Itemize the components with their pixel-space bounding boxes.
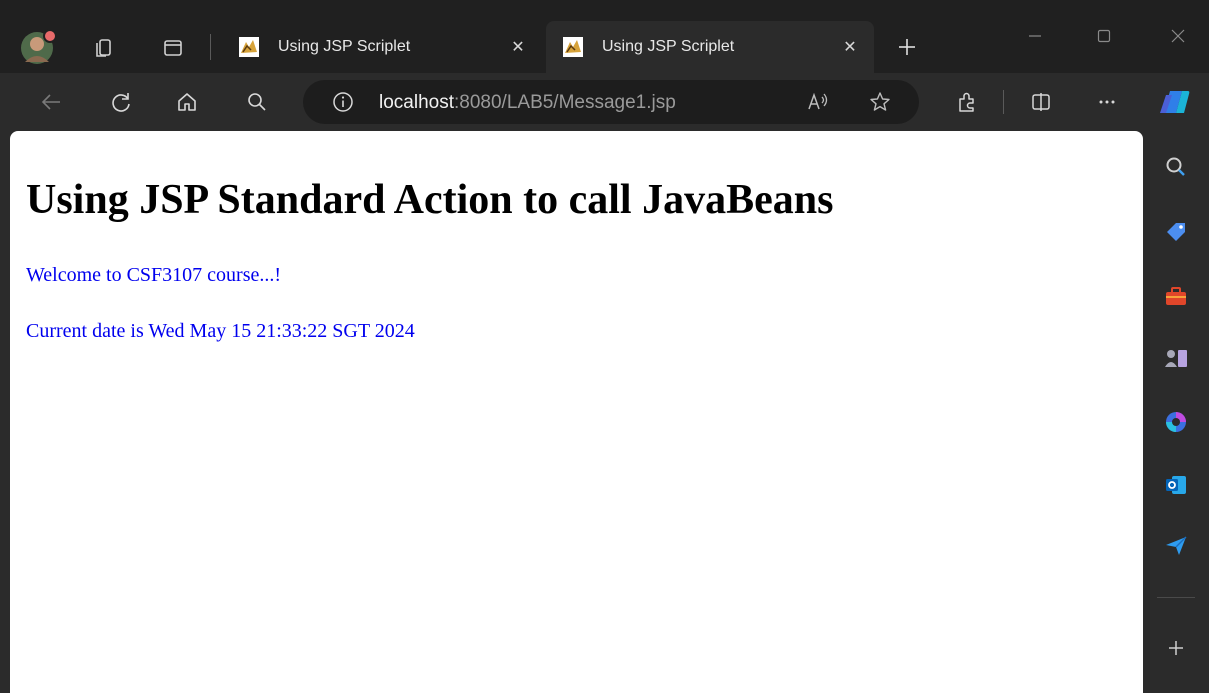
search-icon xyxy=(248,93,266,111)
home-button[interactable] xyxy=(170,85,204,119)
minimize-icon xyxy=(1029,35,1041,37)
tab-divider xyxy=(210,34,211,60)
url-host: localhost xyxy=(379,92,454,113)
back-button[interactable] xyxy=(34,85,68,119)
tab-actions-button[interactable] xyxy=(158,33,188,63)
toolbox-icon xyxy=(1166,287,1186,305)
favorite-button[interactable] xyxy=(865,88,895,116)
tab-2-close-icon[interactable]: ✕ xyxy=(840,37,860,57)
workspaces-icon xyxy=(96,39,111,57)
tomcat-favicon-icon xyxy=(563,37,583,57)
address-bar[interactable]: localhost:8080/LAB5/Message1.jsp xyxy=(303,80,919,124)
search-icon xyxy=(1166,157,1185,176)
welcome-message: Welcome to CSF3107 course...! xyxy=(26,264,282,286)
maximize-button[interactable] xyxy=(1081,20,1127,52)
search-button[interactable] xyxy=(240,85,274,119)
sidebar-shopping-button[interactable] xyxy=(1163,219,1189,245)
extensions-icon xyxy=(959,92,974,112)
minimize-button[interactable] xyxy=(1012,20,1058,52)
split-screen-button[interactable] xyxy=(1024,85,1058,119)
home-icon xyxy=(178,93,196,111)
new-tab-button[interactable] xyxy=(890,30,924,64)
close-window-button[interactable] xyxy=(1155,20,1201,52)
split-screen-icon xyxy=(1032,93,1050,111)
add-icon xyxy=(1169,641,1183,655)
sidebar-add-button[interactable] xyxy=(1163,635,1189,661)
workspaces-button[interactable] xyxy=(88,33,118,63)
shopping-tag-icon xyxy=(1167,223,1185,241)
copilot-icon xyxy=(1160,91,1190,113)
copilot-icon xyxy=(1166,412,1186,432)
sidebar-search-button[interactable] xyxy=(1163,154,1189,180)
read-aloud-button[interactable] xyxy=(803,88,833,116)
games-icon xyxy=(1165,350,1187,367)
edge-sidebar xyxy=(1143,131,1209,693)
info-icon xyxy=(333,92,353,112)
avatar-icon xyxy=(21,29,57,64)
refresh-button[interactable] xyxy=(104,85,138,119)
profile-avatar[interactable] xyxy=(20,28,58,66)
url-path: :8080/LAB5/Message1.jsp xyxy=(454,92,676,113)
sidebar-outlook-button[interactable] xyxy=(1163,472,1189,498)
read-aloud-icon xyxy=(808,92,828,110)
close-icon xyxy=(1171,29,1185,43)
toolbar: localhost:8080/LAB5/Message1.jsp xyxy=(0,73,1209,131)
tab-1[interactable]: Using JSP Scriplet ✕ xyxy=(222,21,542,73)
site-info-button[interactable] xyxy=(329,88,357,116)
current-date-message: Current date is Wed May 15 21:33:22 SGT … xyxy=(26,320,415,342)
url-text[interactable]: localhost:8080/LAB5/Message1.jsp xyxy=(379,92,676,114)
send-icon xyxy=(1166,536,1187,555)
page-heading: Using JSP Standard Action to call JavaBe… xyxy=(26,177,834,223)
tab-2[interactable]: Using JSP Scriplet ✕ xyxy=(546,21,874,73)
sidebar-divider xyxy=(1157,597,1195,598)
plus-icon xyxy=(899,39,915,55)
sidebar-games-button[interactable] xyxy=(1163,345,1189,371)
toolbar-divider xyxy=(1003,90,1004,114)
star-icon xyxy=(870,92,890,111)
sidebar-copilot-button[interactable] xyxy=(1163,409,1189,435)
settings-more-button[interactable] xyxy=(1090,85,1124,119)
sidebar-tools-button[interactable] xyxy=(1163,283,1189,309)
tab-actions-icon xyxy=(164,40,182,56)
back-arrow-icon xyxy=(41,94,60,110)
sidebar-drop-button[interactable] xyxy=(1163,533,1189,559)
tab-1-close-icon[interactable]: ✕ xyxy=(508,37,528,57)
page-content: Using JSP Standard Action to call JavaBe… xyxy=(10,131,1143,693)
outlook-icon xyxy=(1166,476,1186,494)
extensions-button[interactable] xyxy=(950,85,984,119)
tab-2-title: Using JSP Scriplet xyxy=(602,38,735,55)
tomcat-favicon-icon xyxy=(239,37,259,57)
maximize-icon xyxy=(1097,29,1111,43)
more-icon xyxy=(1099,100,1115,104)
tab-1-title: Using JSP Scriplet xyxy=(278,38,411,55)
refresh-icon xyxy=(112,93,130,112)
copilot-button[interactable] xyxy=(1154,81,1196,123)
